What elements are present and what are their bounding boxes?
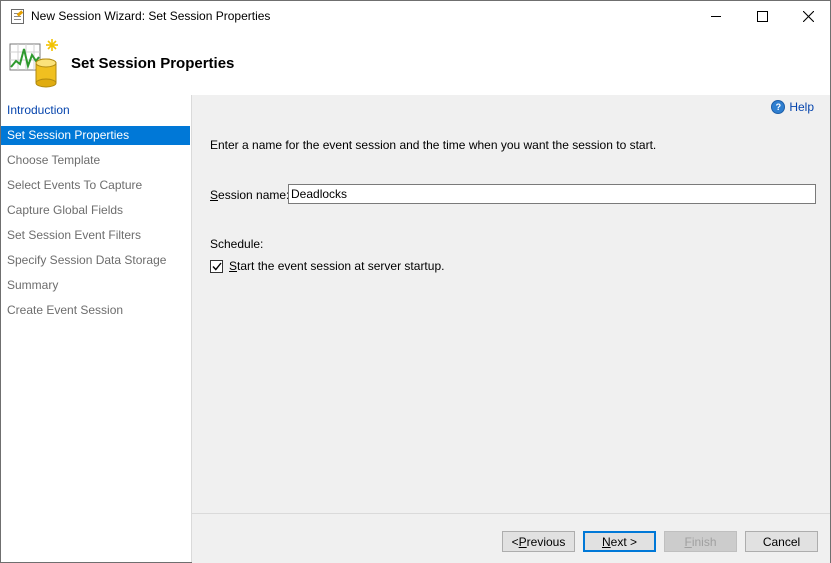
startup-checkbox-label: Start the event session at server startu… xyxy=(229,259,445,273)
nav-item-set-event-filters: Set Session Event Filters xyxy=(7,228,142,242)
nav-item-set-session-properties[interactable]: Set Session Properties xyxy=(1,126,190,145)
startup-checkbox-row[interactable]: Start the event session at server startu… xyxy=(210,259,444,273)
page-description: Enter a name for the event session and t… xyxy=(210,138,657,152)
finish-button: Finish xyxy=(664,531,737,552)
nav-item-specify-data-storage: Specify Session Data Storage xyxy=(7,253,167,267)
header-title: Set Session Properties xyxy=(71,55,235,72)
wizard-nav: Introduction Set Session Properties Choo… xyxy=(1,95,192,562)
maximize-icon xyxy=(756,11,768,22)
nav-item-select-events: Select Events To Capture xyxy=(7,178,143,192)
title-bar: New Session Wizard: Set Session Properti… xyxy=(1,1,830,32)
close-icon xyxy=(802,11,814,22)
schedule-label: Schedule: xyxy=(210,237,264,251)
event-session-icon xyxy=(9,39,58,88)
minimize-icon xyxy=(711,16,721,17)
nav-item-summary: Summary xyxy=(7,278,59,292)
previous-button[interactable]: < Previous xyxy=(502,531,575,552)
content-panel: ? Help Enter a name for the event sessio… xyxy=(192,95,830,513)
checkmark-icon xyxy=(211,262,222,271)
nav-item-capture-global-fields: Capture Global Fields xyxy=(7,203,124,217)
minimize-button[interactable] xyxy=(693,1,739,32)
nav-item-choose-template: Choose Template xyxy=(7,153,101,167)
help-label: Help xyxy=(789,100,814,114)
nav-item-introduction[interactable]: Introduction xyxy=(1,101,190,120)
app-icon xyxy=(11,9,24,24)
wizard-header: Set Session Properties xyxy=(1,32,830,95)
cancel-button[interactable]: Cancel xyxy=(745,531,818,552)
next-button[interactable]: Next > xyxy=(583,531,656,552)
session-name-label: Session name: xyxy=(210,188,290,202)
close-button[interactable] xyxy=(785,1,831,32)
nav-item-create-event-session: Create Event Session xyxy=(7,303,124,317)
wizard-footer: < Previous Next > Finish Cancel xyxy=(192,513,830,563)
startup-checkbox[interactable] xyxy=(210,259,223,273)
session-name-input[interactable] xyxy=(288,184,816,204)
window-title: New Session Wizard: Set Session Properti… xyxy=(31,9,271,23)
wizard-window: New Session Wizard: Set Session Properti… xyxy=(0,0,831,563)
help-icon: ? xyxy=(771,100,786,114)
maximize-button[interactable] xyxy=(739,1,785,32)
help-link[interactable]: ? Help xyxy=(771,100,814,114)
